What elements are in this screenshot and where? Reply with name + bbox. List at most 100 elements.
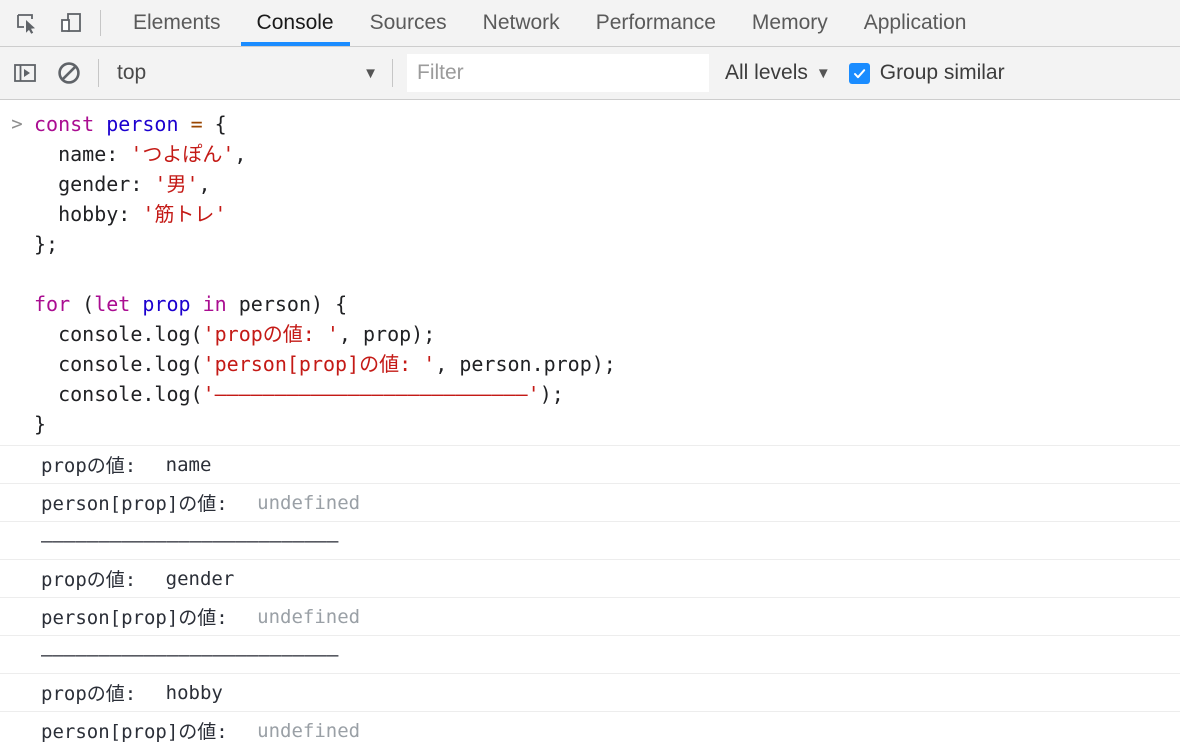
tab-sources-label: Sources [369,11,447,34]
log-level-label: All levels [725,61,808,84]
console-log-rows: propの値: name person[prop]の値: undefined ———… [0,445,1180,747]
execution-context-select[interactable]: top ▼ [113,61,378,85]
log-row-label: —————————————————————————— [41,529,339,552]
code-token: , person.prop); [435,352,616,376]
console-log-row[interactable]: propの値: gender [0,559,1180,597]
log-row-label: person[prop]の値: [41,607,240,629]
code-token: '——————————————————————————' [202,382,540,406]
code-line: console.log('person[prop]の値: ', person.p… [34,349,616,379]
code-line: const person = { [34,109,616,139]
code-token: } [34,412,47,436]
inspect-element-glyph [17,14,35,34]
clear-console-icon[interactable] [54,58,84,88]
console-sidebar-icon[interactable] [10,58,40,88]
code-token: , [198,172,211,196]
tab-memory-label: Memory [751,11,828,34]
devtools-tab-bar: Elements Console Sources Network Perform… [0,0,1180,47]
tab-elements-label: Elements [133,11,221,34]
code-token: ); [539,382,564,406]
code-line: }; [34,229,616,259]
filterbar-divider-1 [98,59,99,87]
filter-input[interactable] [407,54,709,92]
code-token: person [106,112,179,136]
code-line: hobby: '筋トレ' [34,199,616,229]
code-token: const [34,112,95,136]
console-output-area[interactable]: > const person = { name: 'つよぽん', gender:… [0,100,1180,747]
code-token: ( [70,292,95,316]
device-toolbar-icon[interactable] [56,8,86,38]
tab-network[interactable]: Network [465,0,578,46]
console-log-row[interactable]: person[prop]の値: undefined [0,597,1180,635]
code-token: = [190,112,203,136]
code-token: hobby: [34,202,143,226]
code-line: for (let prop in person) { [34,289,616,319]
code-token: 'propの値: ' [202,322,339,346]
tab-application[interactable]: Application [846,0,985,46]
tab-memory[interactable]: Memory [734,0,846,46]
clear-console-glyph [58,62,80,84]
code-token: console.log( [34,352,203,376]
code-token: { [202,112,227,136]
code-token: 'つよぽん' [130,142,235,166]
log-row-label: person[prop]の値: [41,721,240,743]
tab-performance-label: Performance [595,11,716,34]
execution-context-value: top [117,61,147,84]
code-token: in [202,292,227,316]
filterbar-divider-2 [392,59,393,87]
code-token: '筋トレ' [142,202,227,226]
toolbar-divider [100,10,101,36]
log-row-label: propの値: [41,569,148,591]
tab-performance[interactable]: Performance [578,0,734,46]
console-log-row[interactable]: —————————————————————————— [0,635,1180,673]
chevron-down-icon: ▼ [363,64,378,82]
console-input-entry: > const person = { name: 'つよぽん', gender:… [0,100,1180,445]
tab-console-label: Console [256,11,334,34]
log-row-value: hobby [165,681,223,704]
console-log-row[interactable]: —————————————————————————— [0,521,1180,559]
code-token: let [94,292,131,316]
console-input-code: const person = { name: 'つよぽん', gender: '… [34,109,616,439]
console-filter-toolbar: top ▼ All levels ▼ Group similar [0,47,1180,100]
code-token: , prop); [338,322,436,346]
code-line: } [34,409,616,439]
tab-network-label: Network [482,11,560,34]
group-similar-toggle[interactable]: Group similar [848,61,1005,85]
code-line: console.log('——————————————————————————'… [34,379,616,409]
log-row-value: gender [165,567,235,590]
code-token: person) { [226,292,348,316]
code-line: gender: '男', [34,169,616,199]
code-token: }; [34,232,59,256]
code-line: console.log('propの値: ', prop); [34,319,616,349]
code-token: '男' [154,172,199,196]
log-row-value: undefined [257,719,361,742]
log-row-label: person[prop]の値: [41,493,240,515]
log-row-label: —————————————————————————— [41,643,339,666]
code-token: for [34,292,71,316]
checkmark-icon [853,68,865,78]
panel-tabs: Elements Console Sources Network Perform… [115,0,984,46]
code-token: console.log( [34,322,203,346]
code-line: name: 'つよぽん', [34,139,616,169]
console-log-row[interactable]: propの値: hobby [0,673,1180,711]
checkbox-checked-icon[interactable] [848,62,870,84]
log-level-select[interactable]: All levels ▼ [725,61,831,85]
chevron-down-icon: ▼ [815,64,831,82]
tab-console[interactable]: Console [239,0,352,46]
prompt-arrow-icon: > [11,113,23,135]
console-log-row[interactable]: person[prop]の値: undefined [0,483,1180,521]
inspect-element-icon[interactable] [12,8,42,38]
tab-sources[interactable]: Sources [352,0,465,46]
code-token: console.log( [34,382,203,406]
tab-application-label: Application [863,11,967,34]
code-token: name: [34,142,131,166]
log-row-label: propの値: [41,455,148,477]
console-log-row[interactable]: person[prop]の値: undefined [0,711,1180,747]
console-log-row[interactable]: propの値: name [0,445,1180,483]
tab-elements[interactable]: Elements [115,0,239,46]
log-row-label: propの値: [41,683,148,705]
